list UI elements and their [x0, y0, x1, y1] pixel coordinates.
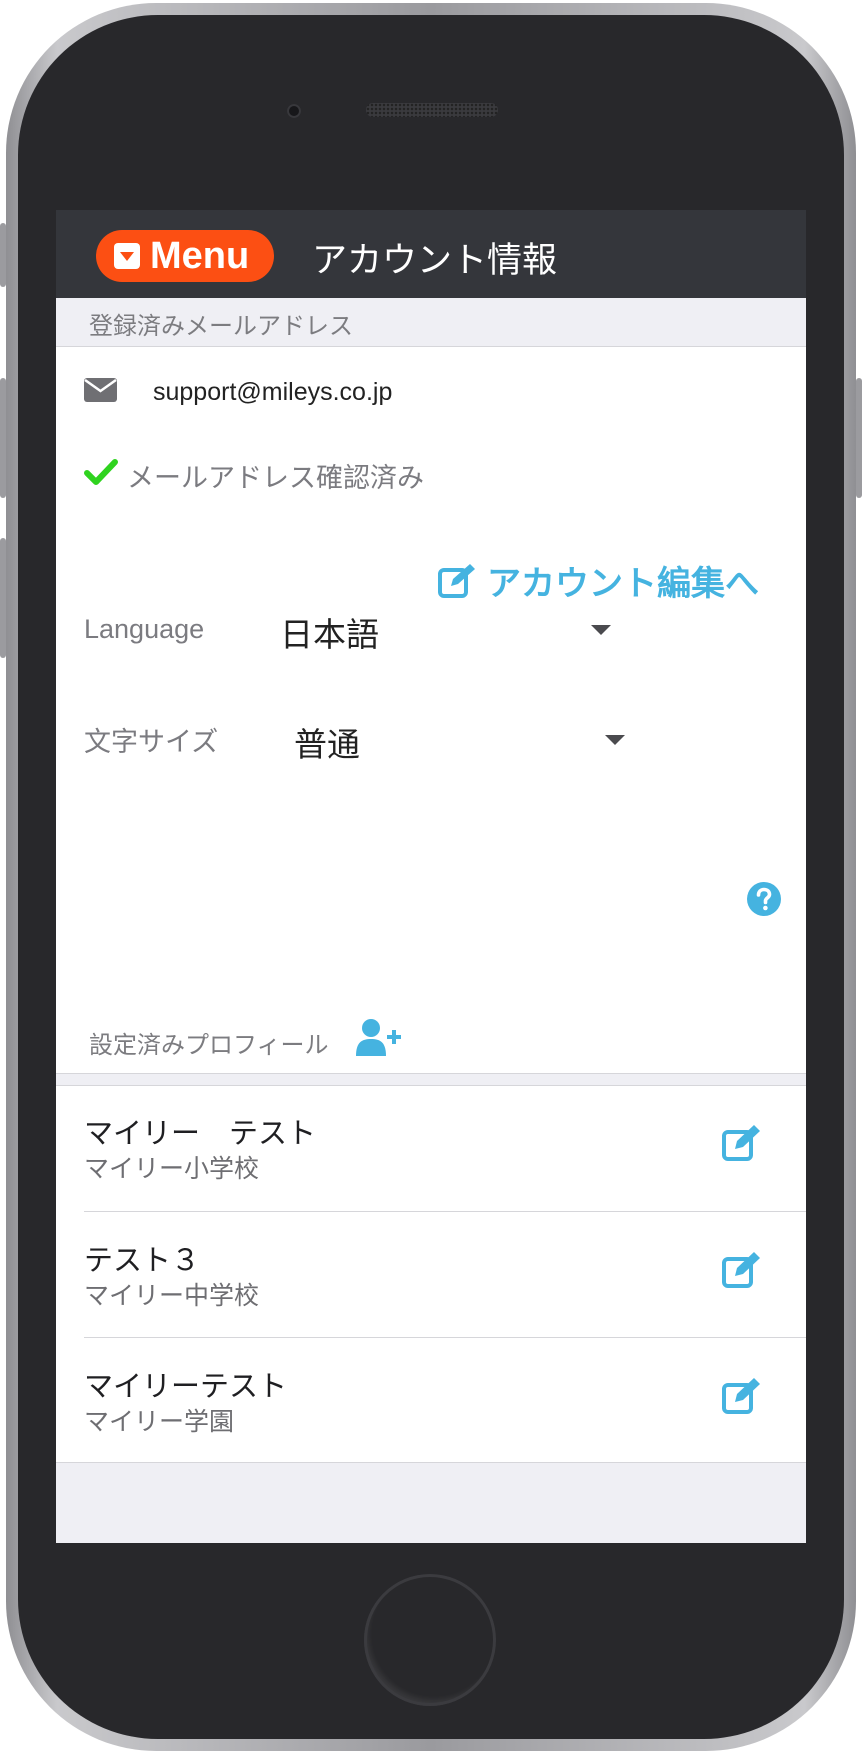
mute-switch: [0, 223, 6, 287]
top-bar: Menu アカウント情報: [56, 210, 806, 298]
profile-name: マイリー テスト: [84, 1116, 317, 1150]
divider: [84, 1337, 806, 1338]
divider: [56, 1073, 806, 1074]
chevron-down-icon: [114, 243, 140, 269]
menu-label: Menu: [150, 234, 250, 277]
edit-icon[interactable]: [721, 1376, 761, 1416]
mail-icon: [84, 378, 117, 402]
volume-down-button: [0, 538, 6, 658]
divider: [56, 346, 806, 347]
volume-up-button: [0, 378, 6, 498]
profiles-list: マイリー テスト マイリー小学校 テスト３ マイリー中学校 マイリーテスト マイ…: [56, 1085, 806, 1463]
menu-button[interactable]: Menu: [96, 230, 274, 282]
help-icon[interactable]: [747, 882, 781, 916]
front-camera: [287, 104, 301, 118]
account-card: support@mileys.co.jp メールアドレス確認済み アカウント編集…: [56, 346, 806, 1074]
profile-school: マイリー小学校: [84, 1154, 260, 1183]
font-size-label: 文字サイズ: [84, 727, 219, 757]
edit-icon[interactable]: [721, 1123, 761, 1163]
edit-icon[interactable]: [721, 1250, 761, 1290]
language-value: 日本語: [280, 615, 379, 654]
power-button: [856, 378, 862, 498]
divider: [84, 1211, 806, 1212]
chevron-down-icon: [591, 625, 611, 635]
divider: [56, 1085, 806, 1086]
edit-account-label: アカウント編集へ: [487, 564, 759, 604]
profile-school: マイリー学園: [84, 1407, 235, 1436]
email-address: support@mileys.co.jp: [153, 378, 393, 406]
font-size-value: 普通: [294, 725, 360, 764]
edit-icon: [438, 563, 475, 598]
edit-account-link[interactable]: アカウント編集へ: [437, 556, 759, 605]
chevron-down-icon: [605, 735, 625, 745]
check-icon: [84, 459, 118, 485]
home-button[interactable]: [364, 1574, 496, 1706]
email-verified-text: メールアドレス確認済み: [127, 463, 424, 494]
profile-name: マイリーテスト: [84, 1369, 288, 1403]
page-title: アカウント情報: [312, 241, 558, 281]
divider: [56, 1462, 806, 1463]
profiles-section-label: 設定済みプロフィール: [89, 1031, 329, 1059]
email-section-label: 登録済みメールアドレス: [89, 312, 353, 340]
profile-name: テスト３: [84, 1243, 201, 1277]
earpiece-speaker: [366, 103, 498, 117]
add-user-icon[interactable]: [356, 1018, 402, 1056]
language-label: Language: [84, 614, 205, 644]
app-screen: Menu アカウント情報 登録済みメールアドレス support@mileys.…: [56, 210, 806, 1543]
profile-school: マイリー中学校: [84, 1281, 260, 1310]
